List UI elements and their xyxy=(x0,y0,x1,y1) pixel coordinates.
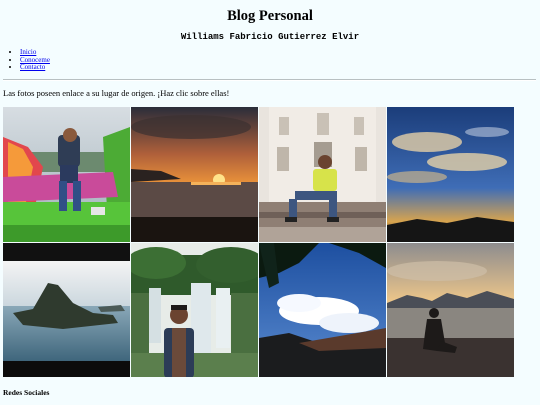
photo-sunset-image xyxy=(131,107,258,242)
photo-shore-image xyxy=(387,242,514,377)
gallery-photo-clouds[interactable] xyxy=(387,107,514,242)
nav-link-contacto[interactable]: Contacto xyxy=(20,63,45,71)
photo-gallery xyxy=(3,107,516,378)
photo-bridge-image xyxy=(3,107,130,242)
photo-palm-image xyxy=(259,242,386,377)
intro-text: Las fotos poseen enlace a su lugar de or… xyxy=(3,88,230,98)
photo-clouds-image xyxy=(387,107,514,242)
page-title: Blog Personal xyxy=(227,8,313,24)
gallery-photo-sunset[interactable] xyxy=(131,107,258,242)
gallery-photo-bridge[interactable] xyxy=(3,107,130,242)
gallery-photo-church[interactable] xyxy=(259,107,386,242)
photo-church-image xyxy=(259,107,386,242)
divider xyxy=(3,79,536,81)
gallery-photo-palm[interactable] xyxy=(259,242,386,377)
nav-menu: Inicio Conoceme Contacto xyxy=(12,48,50,72)
gallery-photo-shore[interactable] xyxy=(387,242,514,377)
photo-waterfall-image xyxy=(131,242,258,377)
author-name: Williams Fabricio Gutierrez Elvir xyxy=(180,32,360,42)
social-heading: Redes Sociales xyxy=(3,388,50,397)
gallery-photo-island[interactable] xyxy=(3,242,130,377)
gallery-photo-waterfall[interactable] xyxy=(131,242,258,377)
photo-island-image xyxy=(3,242,130,377)
nav-item-contacto: Contacto xyxy=(20,63,50,72)
